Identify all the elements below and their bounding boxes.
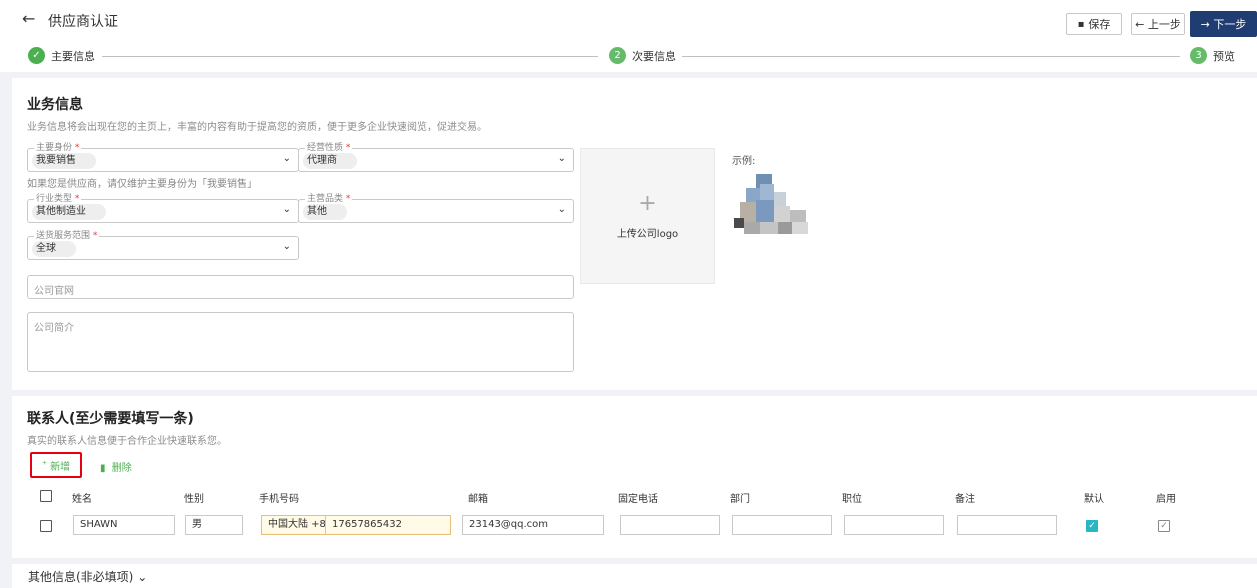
add-label: 新增 [50, 461, 71, 473]
chevron-down-icon: ⌄ [137, 570, 148, 584]
contact-tel-input[interactable] [620, 515, 720, 535]
field-label: 经营性质 [307, 143, 344, 153]
section-description: 业务信息将会出现在您的主页上，丰富的内容有助于提高您的资质，便于更多企业快速阅览… [27, 122, 487, 133]
plus-icon: + [638, 191, 657, 216]
select-all-checkbox[interactable] [40, 490, 52, 502]
field-label: 主要身份 [36, 143, 73, 153]
step-connector [682, 56, 1180, 57]
region-value: 中国大陆 +86 [268, 519, 333, 530]
chevron-down-icon: ⌄ [282, 153, 291, 164]
column-header: 职位 [842, 494, 862, 505]
industry-type-select[interactable]: 行业类型 * 其他制造业 ⌄ [27, 193, 299, 223]
row-checkbox[interactable] [40, 520, 52, 532]
intro-textarea[interactable]: 公司简介 [27, 312, 574, 372]
contact-email-input[interactable]: 23143@qq.com [462, 515, 604, 535]
back-arrow-icon[interactable]: ← [22, 9, 35, 28]
business-nature-select[interactable]: 经营性质 * 代理商 ⌄ [298, 142, 574, 172]
step-2-label: 次要信息 [632, 50, 676, 63]
contact-dept-input[interactable] [732, 515, 832, 535]
column-header: 姓名 [72, 494, 92, 505]
business-info-section: 业务信息 业务信息将会出现在您的主页上，丰富的内容有助于提高您的资质，便于更多企… [12, 78, 1257, 390]
prev-step-button[interactable]: ← 上一步 [1131, 13, 1185, 35]
column-header: 备注 [955, 494, 975, 505]
delete-label: 删除 [111, 463, 132, 474]
default-checkbox[interactable]: ✓ [1086, 520, 1098, 532]
column-header: 固定电话 [618, 494, 658, 505]
column-header: 部门 [730, 494, 750, 505]
column-header: 启用 [1156, 494, 1176, 505]
delivery-chip: 全球 [32, 241, 76, 257]
website-placeholder: 公司官网 [34, 286, 74, 297]
contact-phone-input[interactable]: 17657865432 [325, 515, 451, 535]
identity-hint: 如果您是供应商，请仅维护主要身份为「我要销售」 [27, 179, 257, 190]
chevron-down-icon: ⌄ [282, 204, 291, 215]
website-input[interactable]: 公司官网 [27, 275, 574, 299]
column-header: 手机号码 [259, 494, 299, 505]
step-connector [102, 56, 598, 57]
column-header: 性别 [184, 494, 204, 505]
chevron-down-icon: ⌄ [282, 241, 291, 252]
contact-gender-input[interactable]: 男 [185, 515, 243, 535]
contact-position-input[interactable] [844, 515, 944, 535]
primary-identity-select[interactable]: 主要身份 * 我要销售 ⌄ [27, 142, 299, 172]
add-user-icon: ⁺ [41, 459, 48, 471]
trash-icon: ▮ [100, 463, 106, 474]
industry-chip: 其他制造业 [32, 204, 106, 220]
contacts-section: 联系人(至少需要填写一条) 真实的联系人信息便于合作企业快速联系您。 ⁺ 新增 … [12, 396, 1257, 558]
nature-chip: 代理商 [303, 153, 357, 169]
contact-name-input[interactable]: SHAWN [73, 515, 175, 535]
field-label: 送货服务范围 [36, 231, 91, 241]
other-info-section[interactable]: 其他信息(非必填项) ⌄ [12, 564, 1257, 588]
chevron-down-icon: ⌄ [557, 204, 566, 215]
step-1-check-icon: ✓ [28, 47, 45, 64]
step-progress: ✓ 主要信息 2 次要信息 3 预览 [0, 44, 1257, 72]
identity-chip: 我要销售 [32, 153, 96, 169]
upload-label: 上传公司logo [616, 229, 679, 240]
save-button[interactable]: ▪ 保存 [1066, 13, 1122, 35]
field-label: 行业类型 [36, 194, 73, 204]
top-bar: ← 供应商认证 ▪ 保存 ← 上一步 → 下一步 [0, 0, 1257, 44]
next-step-button[interactable]: → 下一步 [1190, 11, 1257, 37]
step-3-number: 3 [1190, 47, 1207, 64]
column-header: 默认 [1084, 494, 1104, 505]
logo-upload[interactable]: + 上传公司logo [580, 148, 715, 284]
add-contact-button[interactable]: ⁺ 新增 [30, 452, 82, 478]
other-info-label: 其他信息(非必填项) [28, 570, 134, 584]
chevron-down-icon: ⌄ [557, 153, 566, 164]
save-icon: ▪ [1077, 18, 1085, 30]
main-category-select[interactable]: 主营品类 * 其他 ⌄ [298, 193, 574, 223]
save-label: 保存 [1088, 18, 1111, 31]
category-chip: 其他 [303, 204, 347, 220]
page-title: 供应商认证 [48, 14, 118, 30]
example-logo-image [734, 174, 808, 234]
step-3-label: 预览 [1213, 50, 1235, 63]
step-2-number: 2 [609, 47, 626, 64]
step-1-label: 主要信息 [51, 50, 95, 63]
contact-remark-input[interactable] [957, 515, 1057, 535]
example-label: 示例: [732, 156, 756, 167]
section-title: 联系人(至少需要填写一条) [27, 411, 194, 427]
enabled-checkbox[interactable]: ✓ [1158, 520, 1170, 532]
column-header: 邮箱 [468, 494, 488, 505]
field-label: 主营品类 [307, 194, 344, 204]
intro-placeholder: 公司简介 [34, 323, 74, 334]
section-description: 真实的联系人信息便于合作企业快速联系您。 [27, 436, 227, 447]
delivery-scope-select[interactable]: 送货服务范围 * 全球 ⌄ [27, 230, 299, 260]
delete-contact-button[interactable]: ▮ 删除 [100, 459, 132, 474]
section-title: 业务信息 [27, 97, 83, 113]
